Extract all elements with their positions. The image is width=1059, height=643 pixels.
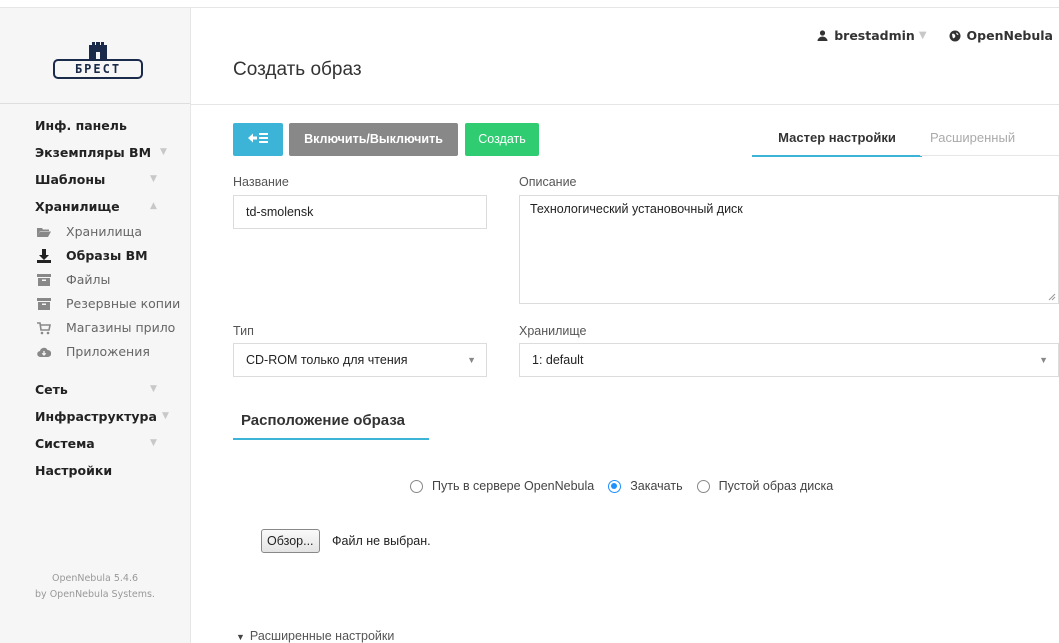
sidebar-item-dashboard[interactable]: Инф. панель xyxy=(0,112,190,139)
create-button[interactable]: Создать xyxy=(465,123,539,156)
sidebar-item-storage[interactable]: Хранилище ▲ xyxy=(0,193,190,220)
description-label: Описание xyxy=(519,175,577,189)
radio-path-label[interactable]: Путь в сервере OpenNebula xyxy=(432,479,594,493)
sidebar-footer: OpenNebula 5.4.6 by OpenNebula Systems. xyxy=(0,571,190,603)
chevron-down-icon: ▼ xyxy=(236,632,245,642)
resize-handle-icon[interactable] xyxy=(1048,293,1056,301)
sidebar: БРЕСТ Инф. панель Экземпляры ВМ ▼ Шаблоны… xyxy=(0,8,191,643)
description-text: Технологический установочный диск xyxy=(530,202,743,216)
description-textarea[interactable]: Технологический установочный диск xyxy=(519,195,1059,304)
sidebar-item-label: Инф. панель xyxy=(35,118,127,133)
sidebar-item-label: Магазины прило xyxy=(66,320,176,335)
sidebar-item-templates[interactable]: Шаблоны ▼ xyxy=(0,166,190,193)
brest-logo[interactable]: БРЕСТ xyxy=(53,39,143,79)
sidebar-item-settings[interactable]: Настройки xyxy=(0,457,190,484)
cloud-icon xyxy=(37,347,51,358)
archive-icon xyxy=(37,298,51,310)
radio-empty-label[interactable]: Пустой образ диска xyxy=(719,479,834,493)
chevron-down-icon: ▼ xyxy=(162,411,169,421)
type-label: Тип xyxy=(233,324,254,338)
logo-text: БРЕСТ xyxy=(53,59,143,79)
sidebar-item-label: Хранилища xyxy=(66,224,143,239)
sidebar-item-instances[interactable]: Экземпляры ВМ ▼ xyxy=(0,139,190,166)
chevron-down-icon: ▼ xyxy=(918,30,927,41)
sidebar-item-label: Шаблоны xyxy=(35,172,106,187)
sidebar-item-datastores[interactable]: Хранилища xyxy=(0,220,190,244)
header-divider xyxy=(191,104,1059,105)
browse-button[interactable]: Обзор... xyxy=(261,529,320,553)
zone-menu[interactable]: OpenNebula xyxy=(949,28,1053,43)
sidebar-item-infrastructure[interactable]: Инфраструктура ▼ xyxy=(0,403,190,430)
folder-open-icon xyxy=(37,228,51,237)
radio-upload-label[interactable]: Закачать xyxy=(630,479,682,493)
location-radio-group: Путь в сервере OpenNebula Закачать Пусто… xyxy=(410,479,847,493)
username: brestadmin xyxy=(834,28,915,43)
version-text: OpenNebula 5.4.6 xyxy=(51,573,139,584)
type-select-value: CD-ROM только для чтения xyxy=(246,353,408,367)
sidebar-item-label: Сеть xyxy=(35,382,68,397)
sidebar-item-files[interactable]: Файлы xyxy=(0,268,190,292)
name-input[interactable]: td-smolensk xyxy=(233,195,487,229)
sidebar-item-label: Образы ВМ xyxy=(66,248,148,263)
select-arrow-icon: ▼ xyxy=(1039,355,1048,365)
back-list-icon xyxy=(248,133,268,143)
castle-icon xyxy=(89,42,107,59)
sidebar-item-network[interactable]: Сеть ▼ xyxy=(0,376,190,403)
sidebar-item-label: Хранилище xyxy=(35,199,120,214)
download-icon xyxy=(37,249,51,263)
user-icon xyxy=(817,30,828,41)
sidebar-item-label: Файлы xyxy=(66,272,111,287)
user-bar: brestadmin ▼ OpenNebula xyxy=(817,28,1053,43)
datastore-label: Хранилище xyxy=(519,324,587,338)
advanced-settings-label: Расширенные настройки xyxy=(249,629,395,643)
sidebar-item-label: Инфраструктура xyxy=(35,409,157,424)
toggle-button[interactable]: Включить/Выключить xyxy=(289,123,458,156)
select-arrow-icon: ▼ xyxy=(467,355,476,365)
radio-path[interactable] xyxy=(410,479,423,493)
sidebar-item-apps[interactable]: Приложения xyxy=(0,340,190,364)
tab-advanced[interactable]: Расширенный xyxy=(930,127,1015,157)
logo-area: БРЕСТ xyxy=(0,8,190,104)
menu-spacer xyxy=(0,364,190,376)
file-status: Файл не выбран. xyxy=(332,534,431,548)
datastore-select[interactable]: 1: default ▼ xyxy=(519,343,1059,377)
sidebar-menu: Инф. панель Экземпляры ВМ ▼ Шаблоны ▼ Хран… xyxy=(0,104,190,484)
page-title: Создать образ xyxy=(233,59,362,80)
tabs-divider xyxy=(920,155,1059,156)
back-button[interactable] xyxy=(233,123,283,156)
sidebar-item-label: Настройки xyxy=(35,463,113,478)
globe-icon xyxy=(949,30,961,41)
chevron-down-icon: ▼ xyxy=(150,174,157,184)
sidebar-item-system[interactable]: Система ▼ xyxy=(0,430,190,457)
radio-empty[interactable] xyxy=(696,479,710,493)
cart-icon xyxy=(37,322,51,335)
sidebar-item-marketplaces[interactable]: Магазины прило xyxy=(0,316,190,340)
chevron-down-icon: ▼ xyxy=(160,147,167,157)
chevron-down-icon: ▼ xyxy=(150,438,157,448)
radio-upload[interactable] xyxy=(608,479,622,493)
vendor-text[interactable]: by OpenNebula Systems. xyxy=(0,587,190,603)
zone-name: OpenNebula xyxy=(966,28,1053,43)
image-location-title: Расположение образа xyxy=(233,412,429,440)
sidebar-item-images[interactable]: Образы ВМ xyxy=(0,244,190,268)
tab-wizard[interactable]: Мастер настройки xyxy=(752,127,922,157)
chevron-up-icon: ▲ xyxy=(150,201,157,211)
advanced-settings-toggle[interactable]: ▼ Расширенные настройки xyxy=(236,629,394,643)
datastore-select-value: 1: default xyxy=(532,353,584,367)
chevron-down-icon: ▼ xyxy=(150,384,157,394)
sidebar-item-label: Экземпляры ВМ xyxy=(35,145,152,160)
type-select[interactable]: CD-ROM только для чтения ▼ xyxy=(233,343,487,377)
sidebar-item-label: Резервные копии xyxy=(66,296,181,311)
sidebar-item-label: Система xyxy=(35,436,95,451)
archive-icon xyxy=(37,274,51,286)
sidebar-item-backups[interactable]: Резервные копии xyxy=(0,292,190,316)
sidebar-item-label: Приложения xyxy=(66,344,150,359)
name-label: Название xyxy=(233,175,289,189)
user-menu[interactable]: brestadmin ▼ xyxy=(817,28,948,43)
